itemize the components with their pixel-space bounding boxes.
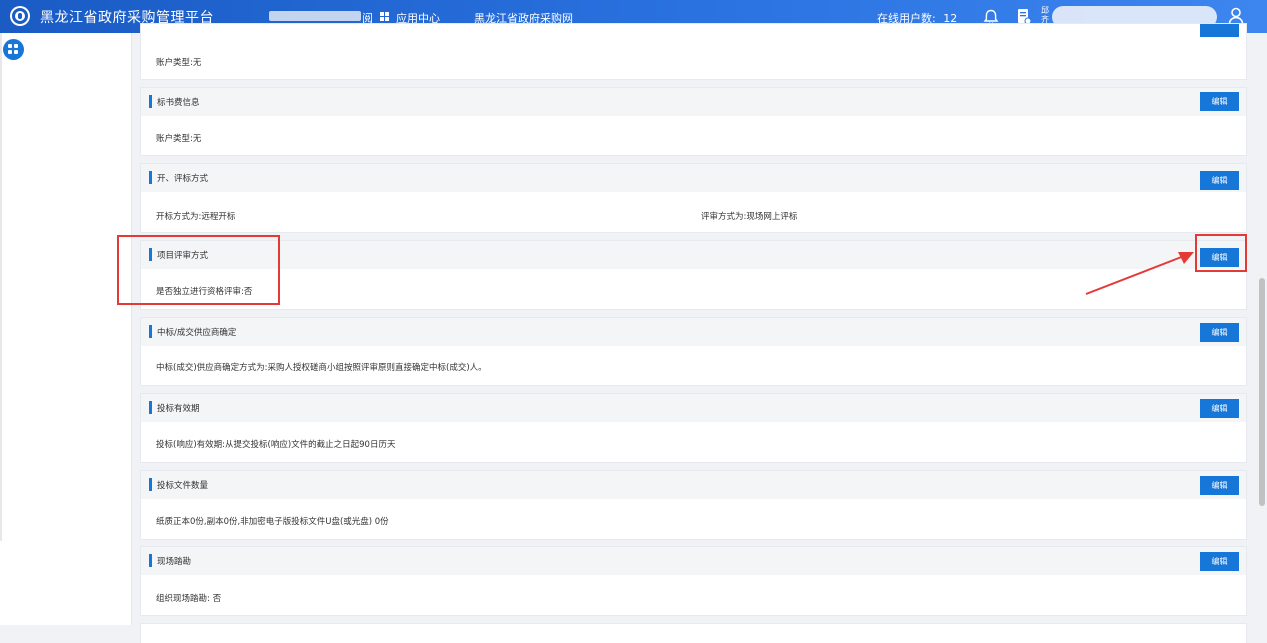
section-body-text: 账户类型:无 [156, 58, 202, 68]
section-body-text: 组织现场踏勘: 否 [156, 594, 222, 604]
section-bid-validity: 投标有效期 编辑 投标(响应)有效期:从提交投标(响应)文件的截止之日起90日历… [140, 393, 1247, 463]
apps-grid-icon[interactable] [380, 12, 389, 21]
section-next-partial [140, 623, 1247, 643]
section-marker [149, 171, 152, 184]
section-header: 现场踏勘 编辑 [141, 547, 1246, 575]
menu-grid-icon[interactable] [3, 39, 24, 60]
section-marker [149, 325, 152, 338]
section-marker [149, 478, 152, 491]
edit-button[interactable]: 编辑 [1200, 552, 1239, 571]
section-body-text-right: 评审方式为:现场网上评标 [701, 212, 798, 222]
section-title: 投标有效期 [157, 404, 200, 414]
section-site-survey: 现场踏勘 编辑 组织现场踏勘: 否 [140, 546, 1247, 616]
section-body-text: 纸质正本0份,副本0份,非加密电子版投标文件U盘(或光盘) 0份 [156, 517, 389, 527]
section-header: 投标有效期 编辑 [141, 394, 1246, 422]
edit-button[interactable]: 编辑 [1200, 399, 1239, 418]
annotation-arrow-icon [1085, 252, 1194, 295]
section-header: 投标文件数量 编辑 [141, 471, 1246, 499]
annotation-box-edit-button [1195, 234, 1247, 272]
vertical-scrollbar[interactable] [1259, 278, 1265, 506]
edit-button[interactable]: 编辑 [1200, 476, 1239, 495]
section-title: 现场踏勘 [157, 557, 192, 567]
section-title: 投标文件数量 [157, 481, 209, 491]
section-bid-evaluation-method: 开、评标方式 编辑 开标方式为:远程开标 评审方式为:现场网上评标 [140, 163, 1247, 233]
section-title: 中标/成交供应商确定 [157, 328, 237, 338]
section-body-text: 投标(响应)有效期:从提交投标(响应)文件的截止之日起90日历天 [156, 440, 396, 450]
section-marker [149, 95, 152, 108]
edit-button[interactable]: 编辑 [1200, 92, 1239, 111]
sidebar-edge [0, 33, 2, 541]
user-line-1: 邱 [1041, 6, 1049, 15]
section-header: 中标/成交供应商确定 编辑 [141, 318, 1246, 346]
section-header: 开、评标方式 编辑 [141, 164, 1246, 192]
section-bid-document-count: 投标文件数量 编辑 纸质正本0份,副本0份,非加密电子版投标文件U盘(或光盘) … [140, 470, 1247, 540]
section-account-partial: 账户类型:无 [140, 23, 1247, 80]
section-tender-fee: 标书费信息 编辑 账户类型:无 [140, 87, 1247, 156]
logo-icon [12, 8, 28, 24]
section-header: 标书费信息 编辑 [141, 88, 1246, 116]
section-title: 开、评标方式 [157, 174, 209, 184]
user-info[interactable]: 邱 齐 [1041, 6, 1049, 24]
section-title: 标书费信息 [157, 98, 200, 108]
section-marker [149, 554, 152, 567]
edit-button[interactable]: 编辑 [1200, 171, 1239, 190]
redacted-nav-item [269, 11, 361, 21]
section-body-text: 账户类型:无 [156, 134, 202, 144]
section-body-text: 中标(成交)供应商确定方式为:采购人授权磋商小组按照评审原则直接确定中标(成交)… [156, 363, 487, 373]
section-winning-supplier: 中标/成交供应商确定 编辑 中标(成交)供应商确定方式为:采购人授权磋商小组按照… [140, 317, 1247, 386]
edit-button[interactable] [1200, 24, 1239, 37]
annotation-box-review-method [117, 235, 280, 305]
section-body-text: 开标方式为:远程开标 [156, 212, 236, 222]
edit-button[interactable]: 编辑 [1200, 323, 1239, 342]
left-sidebar [0, 33, 132, 625]
section-marker [149, 401, 152, 414]
